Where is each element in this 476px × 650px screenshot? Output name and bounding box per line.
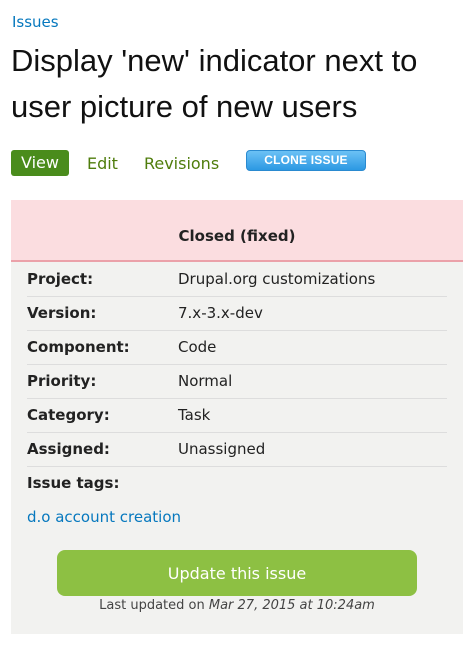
meta-label-priority: Priority: [27, 372, 97, 390]
status-badge: Closed (fixed) [178, 226, 296, 245]
meta-row-issue-tags: Issue tags: [27, 466, 447, 500]
page-title: Display 'new' indicator next to user pic… [11, 43, 418, 124]
issue-page: Issues Display 'new' indicator next to u… [0, 0, 476, 650]
tab-edit[interactable]: Edit [87, 154, 118, 173]
meta-row-category: Category: Task [27, 398, 447, 433]
meta-row-project: Project: Drupal.org customizations [27, 262, 447, 297]
meta-row-priority: Priority: Normal [27, 364, 447, 399]
meta-label-component: Component: [27, 338, 130, 356]
issue-tag-link[interactable]: d.o account creation [27, 508, 181, 526]
tabs: View Edit Revisions [11, 149, 245, 177]
meta-label-issue-tags: Issue tags: [27, 474, 120, 492]
issue-metadata-panel: Closed (fixed) Project: Drupal.org custo… [11, 200, 463, 634]
meta-row-assigned: Assigned: Unassigned [27, 432, 447, 467]
last-updated-prefix: Last updated on [99, 598, 205, 613]
last-updated-text: Last updated on Mar 27, 2015 at 10:24am [11, 598, 463, 613]
tab-revisions[interactable]: Revisions [144, 154, 219, 173]
update-issue-button[interactable]: Update this issue [57, 550, 417, 596]
meta-value-category: Task [178, 406, 211, 424]
tab-view[interactable]: View [11, 150, 69, 176]
meta-value-priority: Normal [178, 372, 233, 390]
meta-row-version: Version: 7.x-3.x-dev [27, 296, 447, 331]
breadcrumb-issues-link[interactable]: Issues [12, 13, 59, 31]
clone-issue-button[interactable]: CLONE ISSUE [246, 150, 366, 171]
meta-label-assigned: Assigned: [27, 440, 110, 458]
meta-value-version: 7.x-3.x-dev [178, 304, 263, 322]
meta-row-component: Component: Code [27, 330, 447, 365]
meta-value-project: Drupal.org customizations [178, 270, 376, 288]
meta-value-component: Code [178, 338, 217, 356]
last-updated-datetime: Mar 27, 2015 at 10:24am [208, 598, 375, 613]
meta-label-project: Project: [27, 270, 94, 288]
status-bar: Closed (fixed) [11, 200, 463, 262]
meta-label-category: Category: [27, 406, 110, 424]
meta-value-assigned: Unassigned [178, 440, 266, 458]
meta-label-version: Version: [27, 304, 97, 322]
